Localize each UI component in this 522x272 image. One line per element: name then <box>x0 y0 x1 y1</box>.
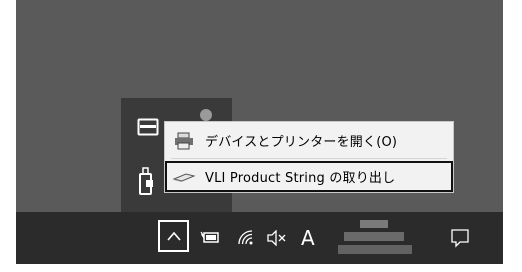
taskbar: A <box>16 212 503 264</box>
show-hidden-icons-button[interactable] <box>158 220 189 252</box>
tray-context-menu: デバイスとプリンターを開く(O) VLI Product String の取り出… <box>164 121 454 193</box>
ime-mode-indicator[interactable]: A <box>301 228 315 248</box>
notification-icon[interactable] <box>450 228 470 248</box>
battery-icon[interactable] <box>200 230 220 244</box>
menu-item-label: VLI Product String の取り出し <box>205 171 396 186</box>
volume-muted-icon[interactable] <box>266 230 288 246</box>
clock[interactable] <box>334 218 418 258</box>
usb-drive-icon <box>169 171 199 183</box>
chevron-up-icon <box>167 231 181 241</box>
printer-icon <box>169 132 199 150</box>
eject-vli-product-item[interactable]: VLI Product String の取り出し <box>165 161 453 192</box>
usb-eject-icon[interactable] <box>138 166 154 196</box>
windows-ink-icon[interactable] <box>137 118 159 136</box>
wifi-icon[interactable] <box>236 228 256 246</box>
menu-item-label: デバイスとプリンターを開く(O) <box>205 135 398 150</box>
open-devices-and-printers-item[interactable]: デバイスとプリンターを開く(O) <box>165 125 453 156</box>
menu-separator <box>171 158 447 159</box>
